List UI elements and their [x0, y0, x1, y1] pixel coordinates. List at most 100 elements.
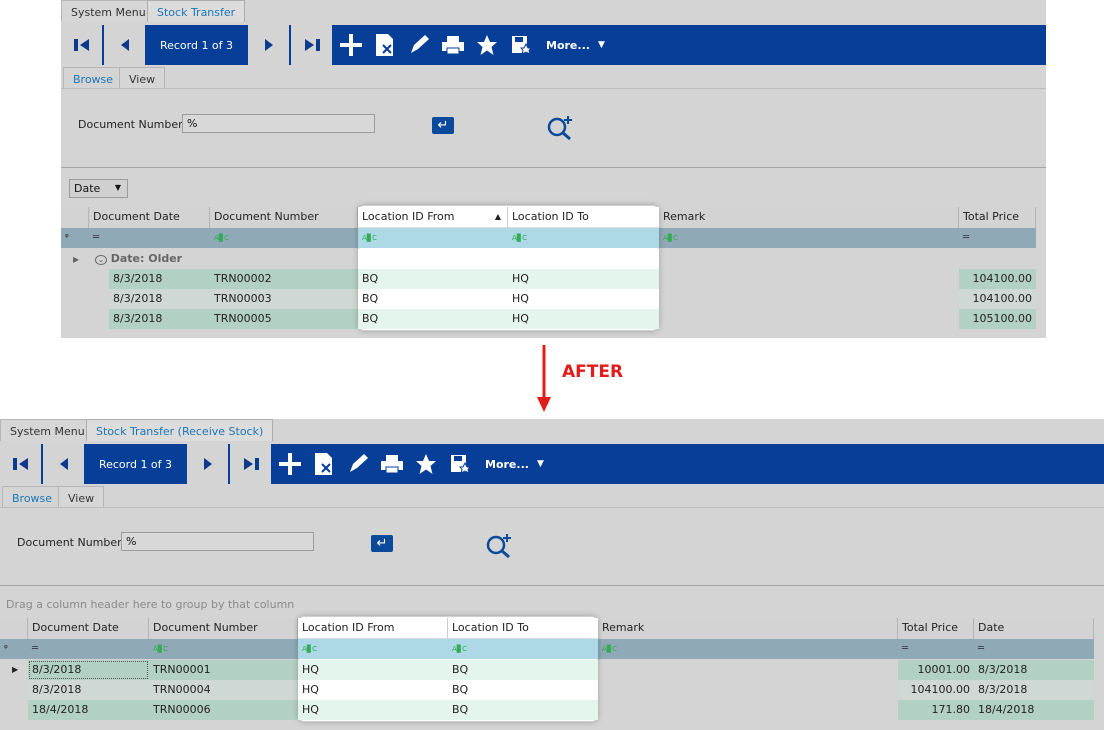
enter-icon[interactable]: ↵ — [371, 535, 393, 552]
expand-arrow-icon[interactable]: ▶ — [73, 255, 79, 264]
table-cell[interactable]: BQ — [358, 269, 508, 289]
next-record-button[interactable] — [248, 25, 291, 65]
table-cell[interactable]: 8/3/2018 — [974, 660, 1094, 680]
table-cell[interactable]: 8/3/2018 — [109, 309, 210, 329]
search-zoom-icon[interactable] — [486, 531, 514, 562]
next-record-button[interactable] — [187, 444, 230, 484]
column-header[interactable]: Document Date — [28, 618, 149, 639]
column-header[interactable]: Document Number — [149, 618, 298, 639]
table-cell[interactable]: 171.80 — [898, 700, 974, 720]
table-cell[interactable]: TRN00003 — [210, 289, 358, 309]
filter-text-icon[interactable]: A▊C — [448, 639, 598, 659]
favorite-star-icon[interactable] — [409, 444, 443, 484]
filter-equals-icon[interactable]: ═ — [974, 639, 1094, 659]
table-cell[interactable]: 10001.00 — [898, 660, 974, 680]
tab-system-menu[interactable]: System Menu — [61, 0, 156, 22]
enter-icon[interactable]: ↵ — [432, 117, 454, 134]
document-number-input[interactable]: % — [182, 114, 375, 133]
filter-text-icon[interactable]: A▊C — [358, 228, 508, 248]
table-cell[interactable]: TRN00002 — [210, 269, 358, 289]
print-icon[interactable] — [436, 25, 470, 65]
column-header[interactable]: Total Price — [959, 207, 1036, 228]
subtab-view[interactable]: View — [119, 67, 166, 89]
delete-icon[interactable] — [307, 444, 341, 484]
group-by-dropdown[interactable]: Date ▼ — [69, 179, 128, 198]
filter-text-icon[interactable]: A▊C — [598, 639, 898, 659]
table-cell[interactable]: TRN00001 — [149, 660, 298, 680]
column-header[interactable]: Remark — [598, 618, 898, 639]
subtab-view[interactable]: View — [58, 486, 105, 508]
table-cell[interactable]: BQ — [358, 309, 508, 329]
save-star-icon[interactable] — [504, 25, 538, 65]
row-indicator-header — [61, 207, 89, 228]
search-zoom-icon[interactable] — [547, 113, 575, 144]
filter-equals-icon[interactable]: ═ — [959, 228, 1036, 248]
tab-system-menu[interactable]: System Menu — [0, 419, 95, 441]
column-header[interactable]: Document Number — [210, 207, 358, 228]
print-icon[interactable] — [375, 444, 409, 484]
table-cell[interactable]: BQ — [358, 289, 508, 309]
table-cell[interactable]: 18/4/2018 — [974, 700, 1094, 720]
table-cell[interactable]: 105100.00 — [959, 309, 1036, 329]
filter-equals-icon[interactable]: ═ — [898, 639, 974, 659]
more-menu-button[interactable]: More... ▼ — [538, 25, 605, 65]
column-header-location-to[interactable]: Location ID To — [448, 618, 598, 639]
previous-record-button[interactable] — [104, 25, 147, 65]
table-cell[interactable]: BQ — [448, 680, 598, 700]
table-cell[interactable]: HQ — [508, 309, 659, 329]
table-cell[interactable]: 18/4/2018 — [28, 700, 149, 720]
table-cell[interactable]: 104100.00 — [959, 289, 1036, 309]
more-menu-button[interactable]: More... ▼ — [477, 444, 544, 484]
tab-stock-transfer-receive[interactable]: Stock Transfer (Receive Stock) — [86, 419, 274, 441]
filter-equals-icon[interactable]: ═ — [89, 228, 210, 248]
tab-stock-transfer[interactable]: Stock Transfer — [147, 0, 246, 22]
table-cell[interactable]: HQ — [508, 289, 659, 309]
table-cell[interactable]: 8/3/2018 — [109, 269, 210, 289]
group-panel-hint[interactable]: Drag a column header here to group by th… — [6, 598, 294, 611]
filter-text-icon[interactable]: A▊C — [298, 639, 448, 659]
table-cell[interactable]: TRN00006 — [149, 700, 298, 720]
column-header-location-from[interactable]: Location ID From ▲ — [358, 207, 508, 228]
edit-icon[interactable] — [402, 25, 436, 65]
previous-record-button[interactable] — [43, 444, 86, 484]
table-cell[interactable]: 8/3/2018 — [974, 680, 1094, 700]
table-cell[interactable]: BQ — [448, 660, 598, 680]
table-cell[interactable]: HQ — [298, 660, 448, 680]
add-icon[interactable] — [273, 444, 307, 484]
filter-equals-icon[interactable]: ═ — [28, 639, 149, 659]
column-header[interactable]: Document Date — [89, 207, 210, 228]
collapse-icon[interactable]: ⌄ — [95, 255, 107, 265]
table-cell[interactable]: HQ — [298, 700, 448, 720]
filter-text-icon[interactable]: A▊C — [659, 228, 959, 248]
filter-text-icon[interactable]: A▊C — [210, 228, 358, 248]
column-header[interactable]: Date — [974, 618, 1094, 639]
save-star-icon[interactable] — [443, 444, 477, 484]
last-record-button[interactable] — [230, 444, 273, 484]
table-cell[interactable]: HQ — [298, 680, 448, 700]
add-icon[interactable] — [334, 25, 368, 65]
subtab-browse[interactable]: Browse — [63, 67, 124, 89]
table-cell[interactable]: 8/3/2018 — [109, 289, 210, 309]
delete-icon[interactable] — [368, 25, 402, 65]
column-header-location-to[interactable]: Location ID To — [508, 207, 659, 228]
table-cell[interactable]: 104100.00 — [898, 680, 974, 700]
table-cell[interactable]: TRN00005 — [210, 309, 358, 329]
column-header[interactable]: Remark — [659, 207, 959, 228]
first-record-button[interactable] — [61, 25, 104, 65]
table-cell[interactable]: 104100.00 — [959, 269, 1036, 289]
edit-icon[interactable] — [341, 444, 375, 484]
first-record-button[interactable] — [0, 444, 43, 484]
document-number-input[interactable]: % — [121, 532, 314, 551]
favorite-star-icon[interactable] — [470, 25, 504, 65]
table-cell[interactable]: TRN00004 — [149, 680, 298, 700]
filter-text-icon[interactable]: A▊C — [508, 228, 659, 248]
table-cell[interactable]: BQ — [448, 700, 598, 720]
last-record-button[interactable] — [291, 25, 334, 65]
table-cell[interactable]: 8/3/2018 — [28, 660, 149, 680]
table-cell[interactable]: HQ — [508, 269, 659, 289]
column-header[interactable]: Total Price — [898, 618, 974, 639]
table-cell[interactable]: 8/3/2018 — [28, 680, 149, 700]
filter-text-icon[interactable]: A▊C — [149, 639, 298, 659]
column-header-location-from[interactable]: Location ID From — [298, 618, 448, 639]
subtab-browse[interactable]: Browse — [2, 486, 63, 508]
